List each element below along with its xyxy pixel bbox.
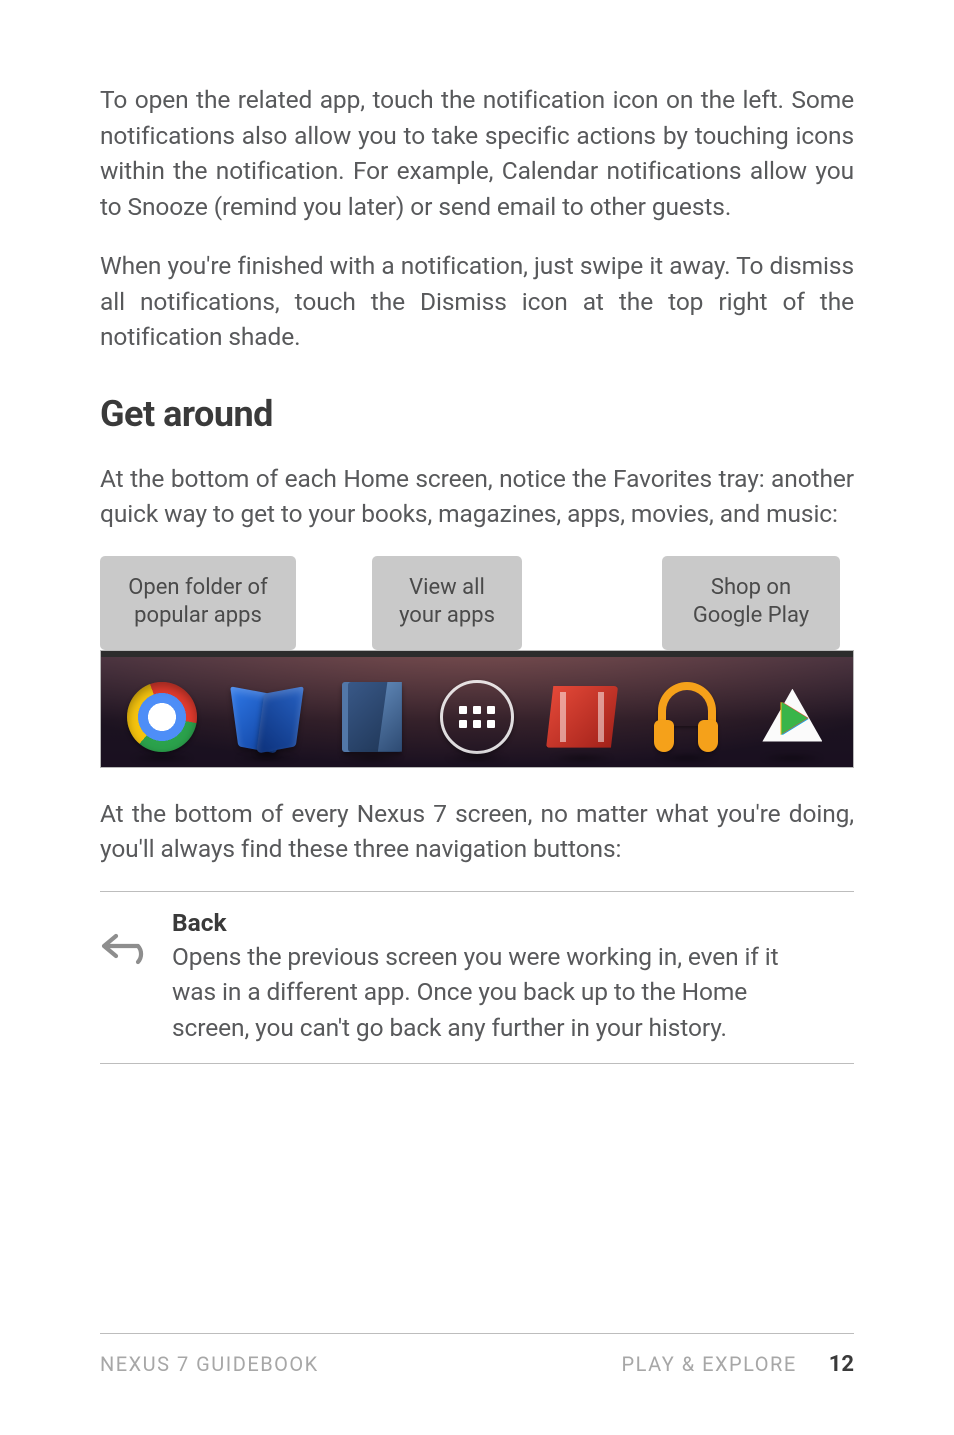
chrome-icon xyxy=(122,677,202,757)
nav-button-row-back: Back Opens the previous screen you were … xyxy=(100,892,854,1065)
callout-line: Open folder of xyxy=(128,574,268,602)
callout-row: Open folder of popular apps View all you… xyxy=(100,556,854,650)
play-magazines-icon xyxy=(332,677,412,757)
footer-page-number: 12 xyxy=(829,1352,854,1377)
callout-line: Google Play xyxy=(693,602,809,630)
back-arrow-icon xyxy=(100,930,154,966)
footer-book-title: NEXUS 7 GUIDEBOOK xyxy=(100,1352,622,1376)
all-apps-icon xyxy=(437,677,517,757)
nav-definition: Back Opens the previous screen you were … xyxy=(172,908,854,1046)
favorites-tray-figure xyxy=(100,650,854,768)
paragraph-notifications-1: To open the related app, touch the notif… xyxy=(100,82,854,224)
heading-get-around: Get around xyxy=(100,393,854,435)
play-music-icon xyxy=(647,677,727,757)
back-icon xyxy=(100,908,172,1046)
paragraph-nav-buttons: At the bottom of every Nexus 7 screen, n… xyxy=(100,796,854,867)
callout-line: popular apps xyxy=(134,602,262,630)
page-footer: NEXUS 7 GUIDEBOOK PLAY & EXPLORE 12 xyxy=(100,1333,854,1377)
nav-title-back: Back xyxy=(172,908,794,937)
callout-line: your apps xyxy=(399,602,495,630)
paragraph-favorites-tray: At the bottom of each Home screen, notic… xyxy=(100,461,854,532)
page-content: To open the related app, touch the notif… xyxy=(0,0,954,1064)
footer-section: PLAY & EXPLORE xyxy=(622,1352,797,1376)
callout-view-all-apps: View all your apps xyxy=(372,556,522,650)
tray-top-bar xyxy=(101,651,853,657)
favorites-tray xyxy=(100,650,854,768)
play-store-icon xyxy=(752,677,832,757)
play-movies-icon xyxy=(542,677,622,757)
paragraph-notifications-2: When you're finished with a notification… xyxy=(100,248,854,355)
callout-shop-google-play: Shop on Google Play xyxy=(662,556,840,650)
callout-line: Shop on xyxy=(711,574,791,602)
nav-body-back: Opens the previous screen you were worki… xyxy=(172,939,794,1046)
callout-open-folder: Open folder of popular apps xyxy=(100,556,296,650)
callout-line: View all xyxy=(409,574,485,602)
play-books-icon xyxy=(227,677,307,757)
